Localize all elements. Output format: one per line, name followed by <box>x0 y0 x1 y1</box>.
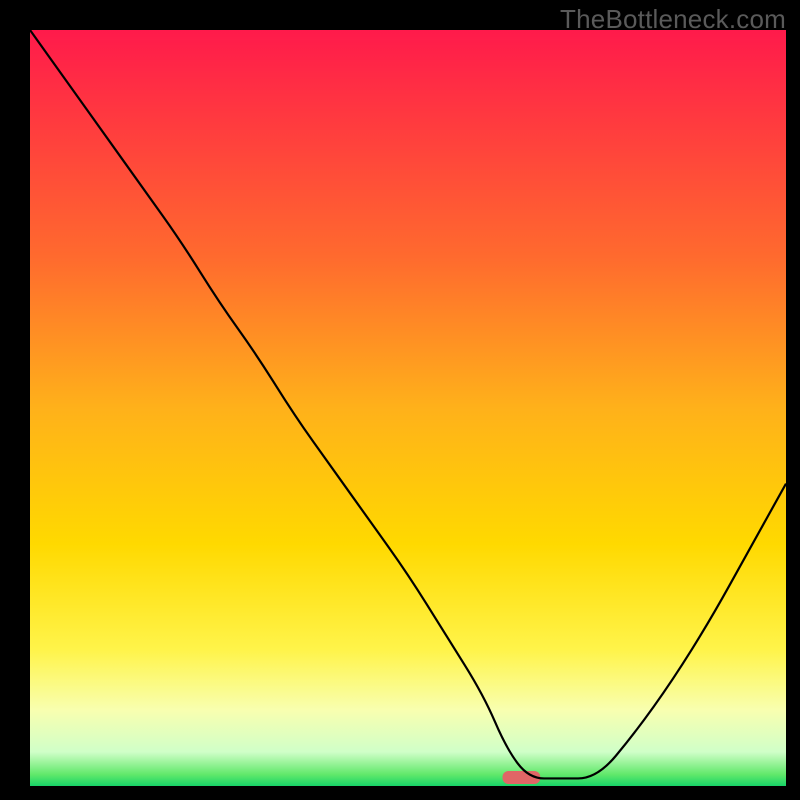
bottleneck-chart <box>0 0 800 800</box>
watermark-text: TheBottleneck.com <box>560 4 786 35</box>
chart-frame: TheBottleneck.com <box>0 0 800 800</box>
plot-background <box>30 30 786 786</box>
